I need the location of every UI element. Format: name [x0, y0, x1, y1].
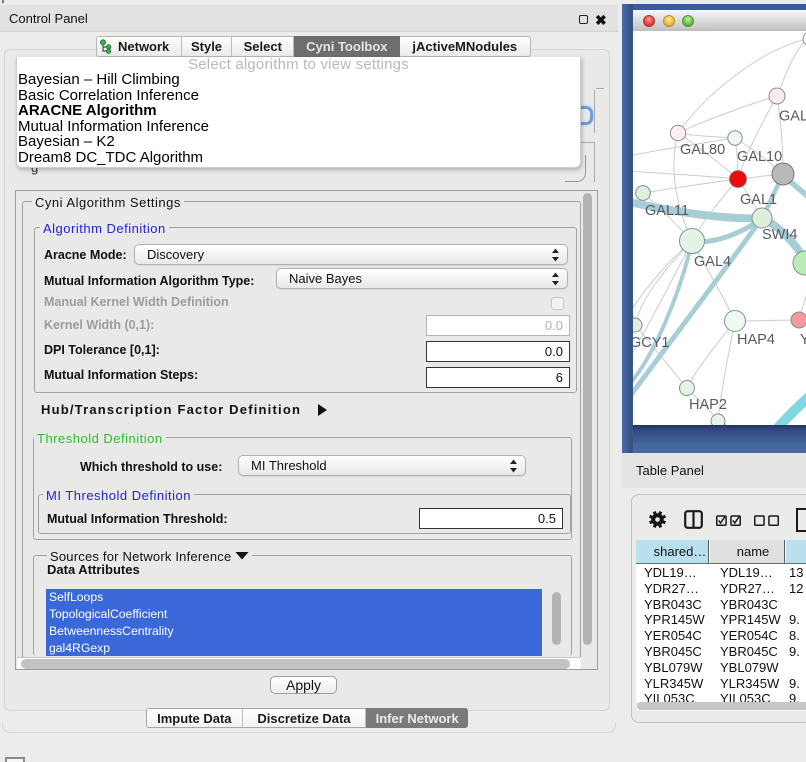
- svg-text:Y: Y: [800, 332, 806, 348]
- svg-text:HAP4: HAP4: [737, 332, 775, 348]
- svg-text:GAL10: GAL10: [737, 149, 782, 165]
- svg-text:GAL1: GAL1: [740, 192, 777, 208]
- svg-text:GAL4: GAL4: [694, 254, 731, 270]
- svg-text:GAL2: GAL2: [779, 109, 806, 125]
- svg-text:SWI4: SWI4: [762, 227, 797, 243]
- svg-text:GCY1: GCY1: [633, 335, 670, 351]
- svg-text:HAP2: HAP2: [689, 397, 727, 413]
- svg-text:GAL11: GAL11: [645, 203, 689, 219]
- svg-text:GAL80: GAL80: [680, 142, 725, 158]
